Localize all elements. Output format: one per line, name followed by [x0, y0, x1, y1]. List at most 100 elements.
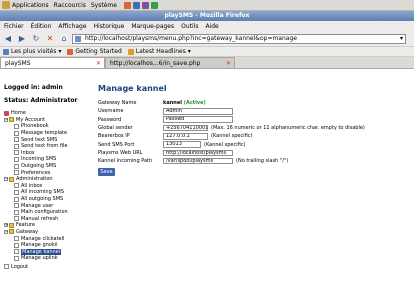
url-bar[interactable]: http://localhost/playsms/menu.php?inc=ga…	[72, 34, 406, 44]
close-tab-icon[interactable]: ✕	[226, 58, 231, 69]
tree-item[interactable]: Preferences	[4, 169, 89, 176]
launcher-icon[interactable]	[123, 1, 131, 9]
tree-item[interactable]: Incoming SMS	[4, 156, 89, 163]
tree-item[interactable]: Main configuration	[4, 209, 89, 216]
collapse-icon[interactable]: −	[4, 117, 8, 122]
playsms-url-label: Playsms Web URL	[98, 149, 143, 156]
bearerbox-ip-hint: (Kannel specific)	[211, 133, 253, 140]
tree-item[interactable]: All outgoing SMS	[4, 196, 89, 203]
back-icon[interactable]: ◀	[3, 34, 13, 44]
menu-tools[interactable]: Outils	[181, 23, 198, 30]
tree-item[interactable]: Manage clickatell	[4, 235, 89, 242]
tree-item[interactable]: Inbox	[4, 150, 89, 157]
stop-icon[interactable]: ✕	[45, 34, 55, 44]
tree-item-label: Send text SMS	[21, 136, 58, 143]
tree-item[interactable]: − My Account	[4, 117, 89, 124]
tree-item[interactable]: Send text from file	[4, 143, 89, 150]
save-button[interactable]: Save	[98, 168, 115, 177]
tree-item-label: Send text from file	[21, 143, 68, 150]
password-input[interactable]: Passwd	[163, 116, 233, 123]
gnome-foot-icon[interactable]	[2, 1, 10, 9]
reload-icon[interactable]: ↻	[31, 34, 41, 44]
tree-item-label: All inbox	[21, 182, 43, 189]
collapse-icon[interactable]: −	[4, 229, 8, 234]
tree-item-label: Main configuration	[21, 209, 68, 216]
doc-icon	[14, 196, 19, 202]
doc-icon	[14, 143, 19, 149]
doc-icon	[14, 137, 19, 143]
sendsms-port-input[interactable]: 13013	[163, 141, 201, 148]
menu-file[interactable]: Fichier	[4, 23, 24, 30]
tree-item[interactable]: All incoming SMS	[4, 189, 89, 196]
menu-bookmarks[interactable]: Marque-pages	[131, 23, 174, 30]
tree-item[interactable]: Phonebook	[4, 123, 89, 130]
tree-item[interactable]: Outgoing SMS	[4, 163, 89, 170]
system-menu[interactable]: Système	[91, 2, 117, 9]
shortcuts-menu[interactable]: Raccourcis	[54, 2, 86, 9]
bookmark-latest-headlines[interactable]: Latest Headlines ▾	[127, 48, 191, 55]
doc-icon	[14, 209, 19, 215]
status-label: Status: Administrator	[4, 97, 78, 104]
tree-item[interactable]: − Gateway	[4, 229, 89, 236]
tree-item[interactable]: Manage user	[4, 202, 89, 209]
collapse-icon[interactable]: −	[4, 177, 8, 182]
tab-playsms[interactable]: playSMS ✕	[0, 57, 105, 68]
help-launcher-icon[interactable]	[150, 1, 158, 9]
doc-icon	[14, 216, 19, 222]
tree-item[interactable]: Manual refresh	[4, 216, 89, 223]
window-title: playSMS - Mozilla Firefox	[0, 11, 414, 21]
forward-icon[interactable]: ▶	[17, 34, 27, 44]
folder-icon	[9, 222, 14, 228]
tab-save-page[interactable]: http://localhos...6/in_save.php ✕	[105, 57, 235, 68]
doc-icon	[14, 203, 19, 209]
tree-item[interactable]: Logout	[4, 264, 89, 271]
url-dropdown-icon[interactable]: ▾	[400, 35, 403, 43]
menu-help[interactable]: Aide	[205, 23, 218, 30]
menu-history[interactable]: Historique	[94, 23, 125, 30]
doc-icon	[14, 249, 19, 255]
expand-icon[interactable]: +	[4, 223, 8, 228]
home-icon[interactable]: ⌂	[59, 34, 69, 44]
bearerbox-ip-input[interactable]: 127.0.0.1	[163, 133, 208, 140]
folder-icon	[9, 229, 14, 235]
tree-item[interactable]: Manage kannel	[4, 248, 89, 255]
bookmark-most-visited[interactable]: Les plus visités ▾	[3, 48, 61, 55]
tree-item-label: Manual refresh	[21, 215, 59, 222]
tree-item-label: Phonebook	[21, 123, 49, 130]
applications-menu[interactable]: Applications	[12, 2, 49, 9]
tree-item[interactable]: Manage uplink	[4, 255, 89, 262]
username-input[interactable]: Admin	[163, 108, 233, 115]
global-sender-input[interactable]: +256704110001	[163, 124, 208, 132]
bookmark-getting-started[interactable]: Getting Started	[67, 48, 122, 55]
gateway-name-row: Gateway Name kannel (Active)	[98, 99, 408, 107]
folder-icon	[9, 176, 14, 182]
tree-item[interactable]: Home	[4, 110, 89, 117]
doc-icon	[14, 242, 19, 248]
bearerbox-ip-row: Bearerbox IP 127.0.0.1 (Kannel specific)	[98, 132, 408, 140]
getting-started-icon	[67, 48, 74, 55]
tree-item[interactable]: Message template	[4, 130, 89, 137]
playsms-url-input[interactable]: http://localhost/playsms	[163, 149, 233, 157]
tree-item-label: Manage kannel	[21, 248, 62, 255]
tree-item-label: All outgoing SMS	[21, 196, 64, 203]
tree-item-label: Inbox	[21, 149, 35, 156]
most-visited-icon	[3, 48, 9, 55]
menu-view[interactable]: Affichage	[58, 23, 86, 30]
navigation-toolbar: ◀ ▶ ↻ ✕ ⌂ http://localhost/playsms/menu.…	[0, 32, 414, 47]
tree-item[interactable]: Send text SMS	[4, 136, 89, 143]
mail-launcher-icon[interactable]	[141, 1, 149, 9]
tree-item[interactable]: Manage gnokii	[4, 242, 89, 249]
tab-strip: playSMS ✕ http://localhos...6/in_save.php…	[0, 57, 414, 69]
password-row: Password Passwd	[98, 116, 408, 124]
tree-item[interactable]: + Feature	[4, 222, 89, 229]
tree-item[interactable]: − Administration	[4, 176, 89, 183]
global-sender-hint: (Max. 16 numeric or 11 alphanumeric char…	[211, 125, 365, 132]
incoming-path-input[interactable]: /var/spool/playsms	[163, 157, 233, 165]
tree-item[interactable]: All inbox	[4, 183, 89, 190]
menu-edit[interactable]: Édition	[31, 23, 52, 30]
bearerbox-ip-label: Bearerbox IP	[98, 133, 130, 140]
username-row: Username Admin	[98, 107, 408, 115]
doc-icon	[14, 255, 19, 261]
close-tab-icon[interactable]: ✕	[96, 58, 101, 69]
firefox-launcher-icon[interactable]	[132, 1, 140, 9]
